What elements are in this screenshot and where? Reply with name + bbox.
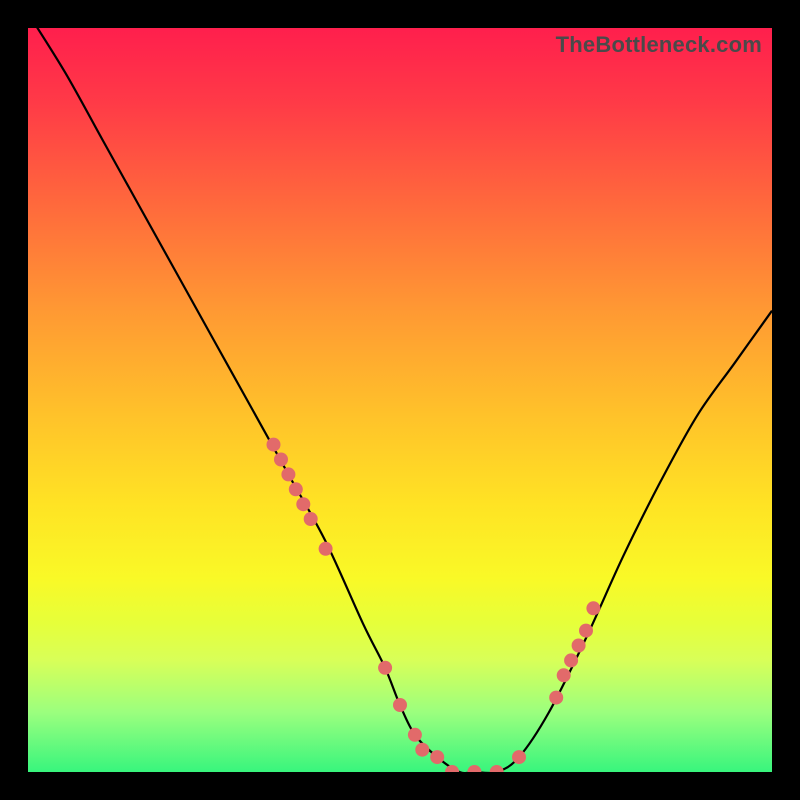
data-marker xyxy=(512,750,526,764)
data-marker xyxy=(408,728,422,742)
data-marker xyxy=(467,765,481,772)
data-marker xyxy=(430,750,444,764)
data-marker xyxy=(445,765,459,772)
data-marker xyxy=(274,453,288,467)
data-marker xyxy=(572,639,586,653)
data-marker xyxy=(289,482,303,496)
chart-svg xyxy=(28,28,772,772)
data-marker xyxy=(557,668,571,682)
data-marker xyxy=(549,691,563,705)
data-marker xyxy=(564,653,578,667)
bottleneck-curve-path xyxy=(28,28,772,772)
data-marker xyxy=(393,698,407,712)
outer-frame: TheBottleneck.com xyxy=(0,0,800,800)
data-marker xyxy=(267,438,281,452)
data-marker xyxy=(319,542,333,556)
data-marker xyxy=(281,467,295,481)
data-marker xyxy=(586,601,600,615)
watermark-text: TheBottleneck.com xyxy=(556,32,762,58)
data-marker xyxy=(296,497,310,511)
plot-area: TheBottleneck.com xyxy=(28,28,772,772)
data-marker xyxy=(415,743,429,757)
data-marker xyxy=(490,765,504,772)
marker-group xyxy=(267,438,601,772)
data-marker xyxy=(378,661,392,675)
data-marker xyxy=(579,624,593,638)
data-marker xyxy=(304,512,318,526)
